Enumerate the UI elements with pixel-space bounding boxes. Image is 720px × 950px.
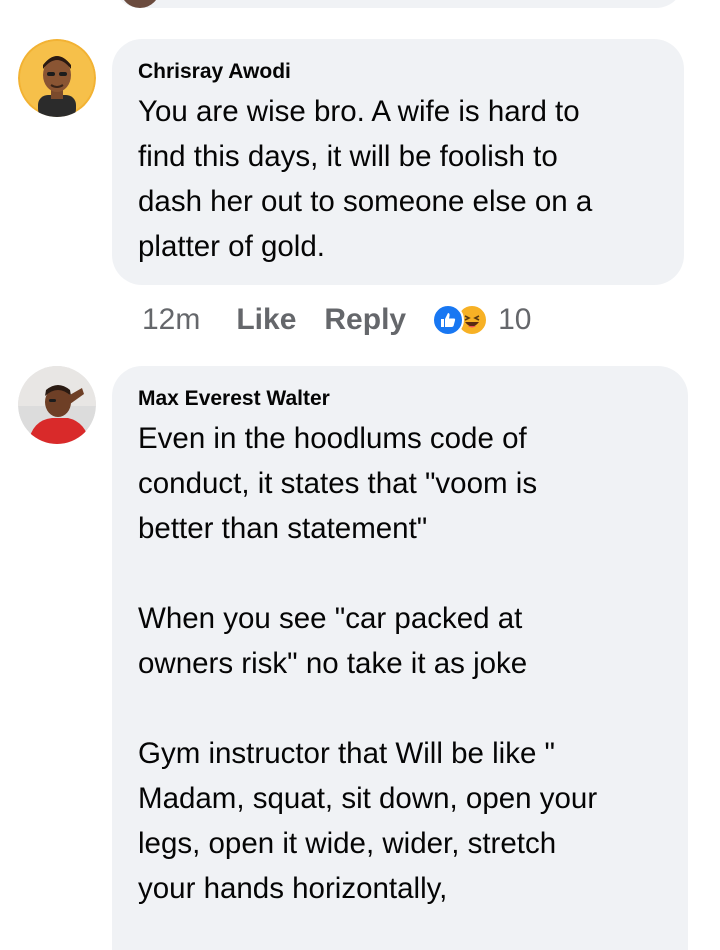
like-icon	[432, 304, 465, 336]
reply-button[interactable]: Reply	[324, 302, 406, 338]
avatar[interactable]	[18, 39, 96, 117]
previous-comment-remnant	[0, 0, 720, 14]
previous-comment-bubble-edge	[112, 0, 684, 8]
comment-text: You are wise bro. A wife is hard to find…	[138, 95, 593, 263]
reaction-summary[interactable]: 10	[432, 302, 531, 338]
reaction-count: 10	[498, 303, 532, 336]
comment-author[interactable]: Chrisray Awodi	[138, 59, 291, 85]
avatar-image	[18, 366, 96, 444]
comment-bubble[interactable]: Chrisray Awodi You are wise bro. A wife …	[112, 39, 684, 285]
comment-actions: 12m Like Reply 10	[142, 302, 531, 338]
avatar[interactable]	[18, 366, 96, 444]
comment-text: Even in the hoodlums code of conduct, it…	[138, 422, 598, 905]
comment-author[interactable]: Max Everest Walter	[138, 386, 330, 412]
comments-thread: Chrisray Awodi You are wise bro. A wife …	[0, 0, 720, 950]
avatar-image	[18, 39, 96, 117]
like-button[interactable]: Like	[236, 302, 296, 338]
comment-timestamp[interactable]: 12m	[142, 302, 200, 338]
comment-bubble[interactable]: Max Everest Walter Even in the hoodlums …	[112, 366, 688, 950]
